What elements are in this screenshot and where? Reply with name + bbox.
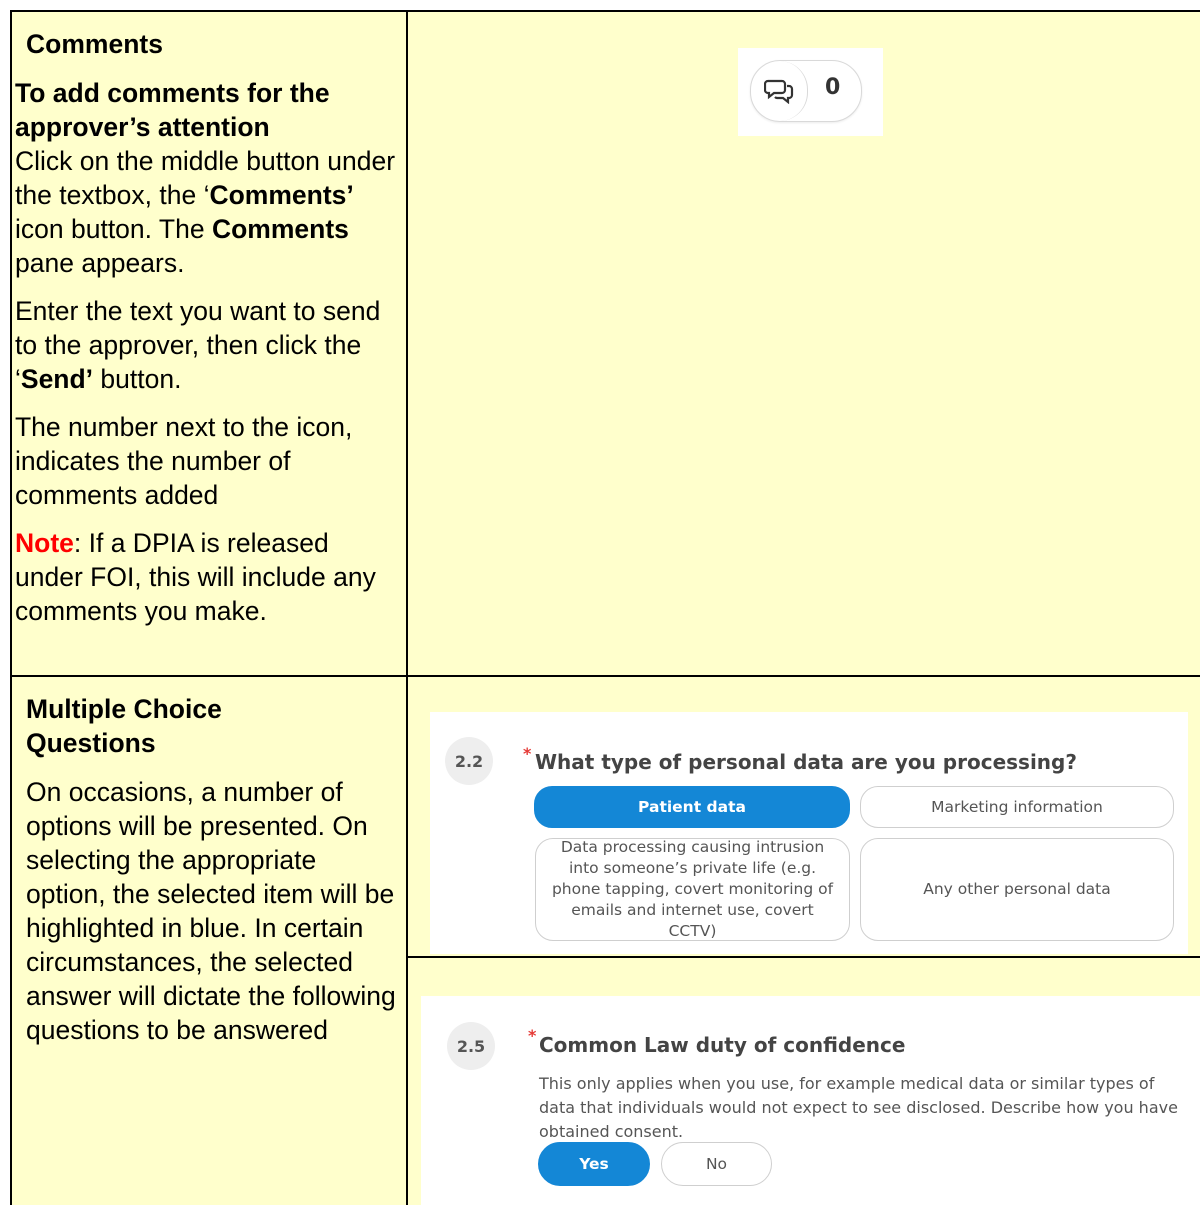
option-patient-data[interactable]: Patient data xyxy=(534,786,850,828)
option-marketing-information[interactable]: Marketing information xyxy=(860,786,1174,828)
comments-step-1: Click on the middle button under the tex… xyxy=(15,146,396,278)
comments-count-explanation: The number next to the icon, indicates t… xyxy=(15,412,353,510)
question-number-badge: 2.5 xyxy=(447,1022,495,1070)
question-2-2-screenshot: 2.2 * What type of personal data are you… xyxy=(430,712,1188,954)
table-column-divider xyxy=(406,10,408,1205)
comments-icon[interactable] xyxy=(751,61,808,121)
comments-instructions: To add comments for the approver’s atten… xyxy=(15,76,400,628)
note-label: Note xyxy=(15,528,74,558)
table-left-border xyxy=(10,10,12,1205)
question-2-5-screenshot: 2.5 * Common Law duty of confidence This… xyxy=(421,996,1200,1205)
option-no[interactable]: No xyxy=(661,1142,772,1186)
right-cell-divider xyxy=(407,956,1200,958)
table-top-border xyxy=(11,10,1200,12)
question-number-badge: 2.2 xyxy=(445,737,493,785)
mcq-heading: Multiple Choice Questions xyxy=(26,694,222,758)
question-title: What type of personal data are you proce… xyxy=(535,750,1077,774)
required-marker: * xyxy=(528,1026,537,1045)
comment-count: 0 xyxy=(825,75,841,100)
question-title: Common Law duty of confidence xyxy=(539,1033,906,1057)
required-marker: * xyxy=(523,744,532,763)
table-row-divider xyxy=(11,675,1200,677)
comments-heading: Comments xyxy=(26,29,163,59)
option-yes[interactable]: Yes xyxy=(538,1142,650,1186)
mcq-instructions: On occasions, a number of options will b… xyxy=(26,777,396,1045)
option-any-other-personal-data[interactable]: Any other personal data xyxy=(860,838,1174,941)
question-description: This only applies when you use, for exam… xyxy=(539,1074,1178,1141)
comments-button[interactable]: 0 xyxy=(750,60,862,122)
option-private-life-intrusion[interactable]: Data processing causing intrusion into s… xyxy=(535,838,850,941)
comments-widget-screenshot: 0 xyxy=(738,48,883,136)
comments-step-2: Enter the text you want to send to the a… xyxy=(15,296,381,394)
foi-note: Note: If a DPIA is released under FOI, t… xyxy=(15,528,376,626)
comments-subheading: To add comments for the approver’s atten… xyxy=(15,78,330,142)
